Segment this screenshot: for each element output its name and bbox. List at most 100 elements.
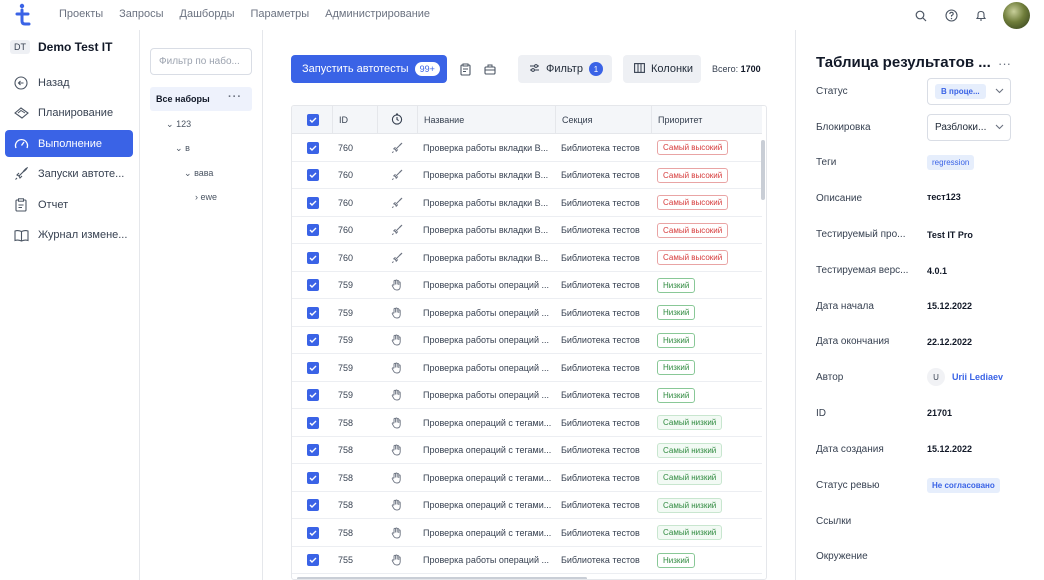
col-header-id[interactable]: ID	[332, 106, 377, 134]
row-checkbox[interactable]	[307, 306, 319, 319]
run-autotests-button[interactable]: Запустить автотесты 99+	[291, 55, 447, 83]
row-checkbox[interactable]	[307, 251, 319, 264]
row-name[interactable]: Проверка операций с тегами...	[423, 464, 551, 491]
row-checkbox[interactable]	[307, 554, 319, 566]
suite-filter-input[interactable]: Фильтр по набо...	[150, 48, 252, 75]
row-checkbox[interactable]	[307, 141, 319, 154]
table-row[interactable]: 760 Проверка работы вкладки В... Библиотек…	[292, 189, 762, 217]
tree-node-v[interactable]: ⌄ в	[175, 143, 190, 154]
filter-button[interactable]: Фильтр 1	[518, 55, 612, 83]
vertical-scroll-thumb[interactable]	[761, 140, 765, 200]
more-icon[interactable]: ···	[998, 56, 1011, 71]
sidebar-item-report[interactable]: Отчет	[5, 191, 133, 218]
search-icon[interactable]	[913, 8, 929, 24]
hand-icon	[391, 354, 402, 381]
row-name[interactable]: Проверка работы операций ...	[423, 547, 551, 574]
row-checkbox[interactable]	[307, 196, 319, 209]
row-checkbox[interactable]	[307, 224, 319, 236]
col-header-section[interactable]: Секция	[555, 106, 651, 134]
briefcase-icon[interactable]	[482, 61, 498, 77]
columns-button[interactable]: Колонки	[623, 55, 701, 83]
author-name[interactable]: Urii Lediaev	[952, 372, 1003, 382]
row-checkbox[interactable]	[307, 499, 319, 511]
topnav-parameters[interactable]: Параметры	[251, 8, 310, 20]
tree-node-123[interactable]: ⌄ 123	[166, 119, 191, 130]
row-name[interactable]: Проверка работы вкладки В...	[423, 244, 551, 271]
table-row[interactable]: 758 Проверка операций с тегами... Библиоте…	[292, 464, 762, 492]
row-name[interactable]: Проверка операций с тегами...	[423, 409, 551, 436]
table-row[interactable]: 759 Проверка работы операций ... Библиотек…	[292, 382, 762, 409]
col-header-priority[interactable]: Приоритет	[651, 106, 762, 134]
row-name[interactable]: Проверка работы вкладки В...	[423, 189, 551, 216]
row-checkbox[interactable]	[307, 279, 319, 291]
topnav-dashboards[interactable]: Дашборды	[180, 8, 235, 20]
row-checkbox[interactable]	[307, 444, 319, 456]
end-date-value: 22.12.2022	[927, 337, 973, 347]
table-row[interactable]: 755 Проверка работы операций ... Библиотек…	[292, 547, 762, 574]
row-id: 758	[338, 445, 354, 455]
row-checkbox[interactable]	[307, 334, 319, 346]
sidebar-item-back[interactable]: Назад	[5, 69, 133, 96]
row-name[interactable]: Проверка работы операций ...	[423, 272, 551, 299]
more-icon[interactable]: ···	[228, 91, 242, 103]
clipboard-icon[interactable]	[457, 61, 473, 77]
table-row[interactable]: 759 Проверка работы операций ... Библиотек…	[292, 354, 762, 382]
tree-node-ewe[interactable]: › ewe	[195, 192, 217, 202]
row-name[interactable]: Проверка работы операций ...	[423, 354, 551, 381]
row-checkbox[interactable]	[307, 526, 319, 539]
author[interactable]: U Urii Lediaev	[927, 368, 1003, 386]
row-checkbox[interactable]	[307, 361, 319, 374]
sidebar-item-planning[interactable]: Планирование	[5, 100, 133, 127]
status-select[interactable]: В проце...	[927, 78, 1011, 105]
row-checkbox[interactable]	[307, 169, 319, 181]
row-name[interactable]: Проверка работы операций ...	[423, 382, 551, 409]
col-header-id-label: ID	[339, 115, 348, 125]
col-header-name[interactable]: Название	[417, 106, 555, 134]
suite-tree-panel: Фильтр по набо... Все наборы ··· ⌄ 123 ⌄…	[140, 30, 263, 580]
table-row[interactable]: 760 Проверка работы вкладки В... Библиотек…	[292, 134, 762, 162]
user-avatar[interactable]	[1003, 2, 1030, 29]
priority-badge: Самый высокий	[657, 140, 729, 155]
row-name[interactable]: Проверка работы вкладки В...	[423, 162, 551, 189]
bell-icon[interactable]	[973, 8, 989, 24]
table-row[interactable]: 758 Проверка операций с тегами... Библиоте…	[292, 492, 762, 519]
row-name[interactable]: Проверка работы вкладки В...	[423, 134, 551, 161]
table-row[interactable]: 758 Проверка операций с тегами... Библиоте…	[292, 519, 762, 547]
table-row[interactable]: 758 Проверка операций с тегами... Библиоте…	[292, 409, 762, 437]
row-name[interactable]: Проверка операций с тегами...	[423, 437, 551, 464]
table-row[interactable]: 760 Проверка работы вкладки В... Библиотек…	[292, 244, 762, 272]
sidebar-item-autotest-runs[interactable]: Запуски автоте...	[5, 161, 133, 188]
table-row[interactable]: 759 Проверка работы операций ... Библиотек…	[292, 327, 762, 354]
sidebar-item-execution[interactable]: Выполнение	[5, 130, 133, 157]
row-checkbox[interactable]	[307, 471, 319, 484]
tree-node-vava[interactable]: ⌄ вава	[184, 168, 213, 179]
row-name[interactable]: Проверка работы операций ...	[423, 327, 551, 354]
row-name[interactable]: Проверка работы операций ...	[423, 299, 551, 326]
vertical-scrollbar[interactable]	[760, 134, 766, 579]
row-section: Библиотека тестов	[561, 390, 640, 400]
row-name[interactable]: Проверка работы вкладки В...	[423, 217, 551, 244]
lock-select[interactable]: Разблоки...	[927, 114, 1011, 141]
topnav-administration[interactable]: Администрирование	[325, 8, 430, 20]
table-row[interactable]: 758 Проверка операций с тегами... Библиоте…	[292, 437, 762, 464]
col-header-type[interactable]	[377, 106, 417, 134]
select-all-checkbox[interactable]	[307, 114, 319, 126]
row-name[interactable]: Проверка операций с тегами...	[423, 519, 551, 546]
table-row[interactable]: 760 Проверка работы вкладки В... Библиотек…	[292, 217, 762, 244]
row-id: 760	[338, 197, 354, 208]
table-row[interactable]: 760 Проверка работы вкладки В... Библиотек…	[292, 162, 762, 189]
project-header[interactable]: DT Demo Test IT	[10, 40, 112, 54]
row-checkbox[interactable]	[307, 416, 319, 429]
help-icon[interactable]	[943, 8, 959, 24]
sidebar-item-changelog[interactable]: Журнал измене...	[5, 222, 133, 249]
top-nav: Проекты Запросы Дашборды Параметры Админ…	[59, 8, 446, 20]
row-checkbox[interactable]	[307, 389, 319, 401]
topnav-projects[interactable]: Проекты	[59, 8, 103, 20]
tree-item-all-suites[interactable]: Все наборы ···	[150, 87, 252, 111]
table-row[interactable]: 759 Проверка работы операций ... Библиотек…	[292, 299, 762, 327]
table-row[interactable]: 759 Проверка работы операций ... Библиотек…	[292, 272, 762, 299]
testit-logo-icon[interactable]	[14, 3, 34, 27]
topnav-requests[interactable]: Запросы	[119, 8, 163, 20]
row-name[interactable]: Проверка операций с тегами...	[423, 492, 551, 519]
tag-chip[interactable]: regression	[927, 155, 975, 170]
